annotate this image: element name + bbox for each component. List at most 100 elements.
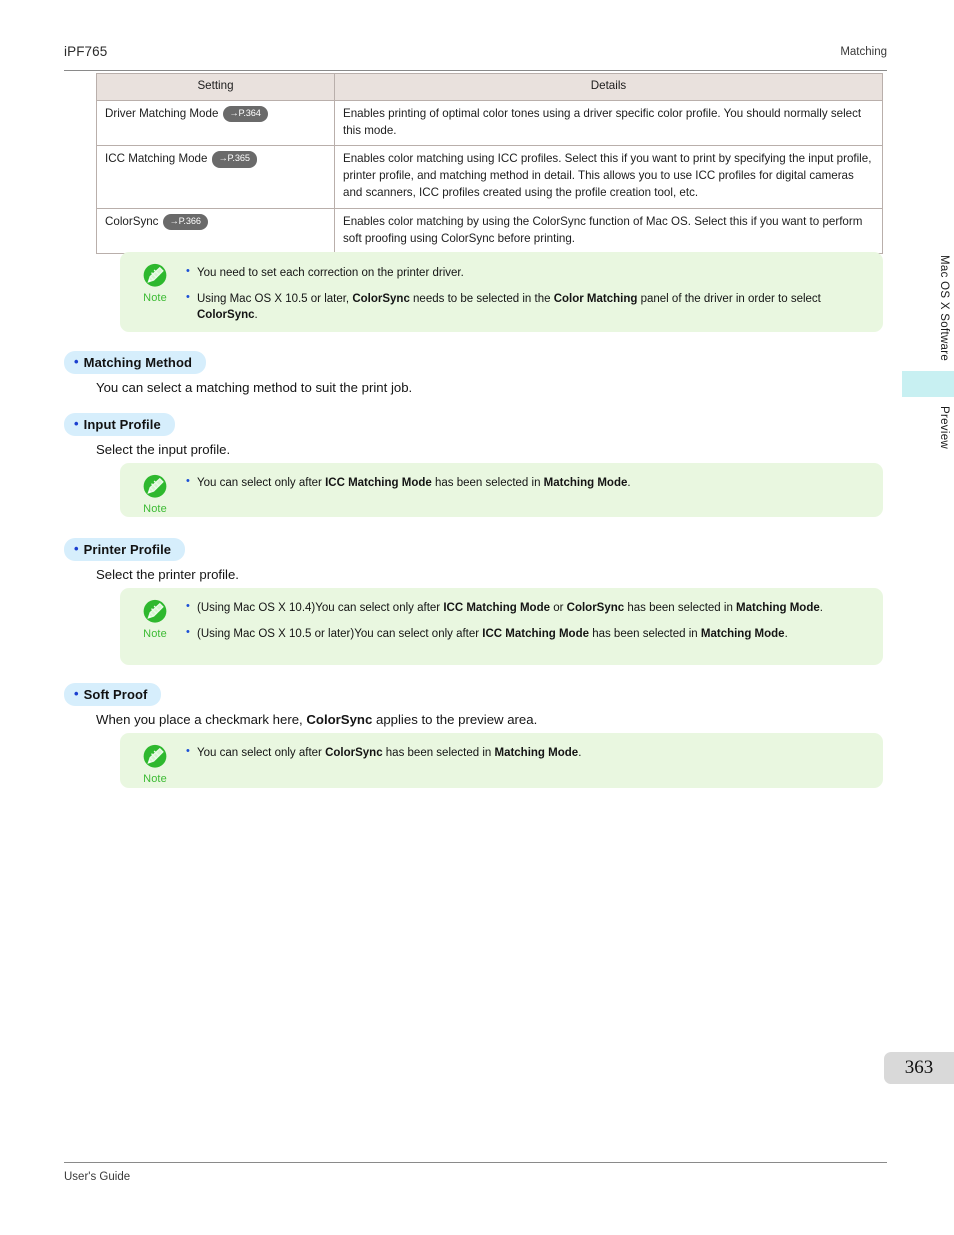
note-box: Note You need to set each correction on … [120, 252, 883, 332]
section-heading-label: Soft Proof [83, 687, 148, 702]
page-header: iPF765 Matching [64, 44, 887, 71]
note-text: panel of the driver in order to select [637, 292, 821, 305]
setting-details-cell: Enables color matching using ICC profile… [334, 145, 883, 209]
note-icon-group: Note [134, 263, 176, 304]
section-body-emphasis: ColorSync [306, 712, 373, 727]
setting-name-cell: ColorSync →P.366 [96, 207, 335, 255]
note-text: . [627, 477, 631, 489]
page-footer: User's Guide [64, 1162, 887, 1183]
setting-label: ICC Matching Mode [105, 152, 208, 166]
note-item: Using Mac OS X 10.5 or later, ColorSync … [186, 290, 869, 324]
note-icon-group: Note [134, 599, 176, 640]
note-label: Note [143, 773, 167, 785]
note-emphasis: Matching Mode [736, 602, 820, 614]
side-tab-chapter[interactable]: Mac OS X Software [938, 255, 950, 361]
page-reference-badge[interactable]: →P.365 [212, 151, 257, 168]
note-emphasis: Matching Mode [700, 627, 785, 640]
column-header-details: Details [334, 73, 883, 101]
note-emphasis: ColorSync [352, 292, 410, 305]
table-row: Driver Matching Mode →P.364 Enables print… [96, 99, 883, 147]
note-box: Note You can select only after ColorSync… [120, 733, 883, 788]
table-header-row: Setting Details [96, 73, 883, 101]
header-model: iPF765 [64, 44, 108, 59]
note-emphasis: Matching Mode [494, 747, 579, 759]
note-text: needs to be selected in the [409, 292, 554, 305]
section-heading: • Soft Proof [64, 683, 162, 706]
setting-details-cell: Enables color matching by using the Colo… [334, 207, 883, 255]
section-printer-profile: • Printer Profile Select the printer prof… [64, 538, 239, 584]
note-text: . [784, 627, 788, 640]
note-text: has been selected in [382, 747, 495, 759]
note-text: Using Mac OS X 10.5 or later, [197, 292, 353, 305]
note-box: Note (Using Mac OS X 10.4)You can select… [120, 588, 883, 665]
column-header-setting: Setting [96, 73, 335, 101]
note-emphasis: ICC Matching Mode [443, 602, 551, 614]
note-item: (Using Mac OS X 10.5 or later)You can se… [186, 625, 869, 643]
note-pencil-icon [143, 263, 167, 287]
note-item: (Using Mac OS X 10.4)You can select only… [186, 599, 869, 617]
setting-name-cell: Driver Matching Mode →P.364 [96, 99, 335, 147]
section-body-text: When you place a checkmark here, [96, 712, 307, 727]
section-body: You can select a matching method to suit… [96, 380, 413, 395]
section-heading-label: Matching Method [83, 355, 193, 370]
table-row: ICC Matching Mode →P.365 Enables color ma… [96, 145, 883, 209]
section-heading: • Printer Profile [64, 538, 186, 561]
note-item-list: You need to set each correction on the p… [186, 264, 869, 324]
page-reference-badge[interactable]: →P.364 [223, 105, 268, 122]
section-heading-label: Input Profile [83, 417, 161, 432]
note-emphasis: ICC Matching Mode [482, 627, 589, 640]
note-text: (Using Mac OS X 10.4)You can select only… [197, 602, 444, 614]
note-emphasis: Matching Mode [543, 477, 628, 489]
note-text: . [578, 747, 582, 759]
section-heading-label: Printer Profile [83, 542, 172, 557]
note-text: You can select only after [197, 477, 326, 489]
setting-label: Driver Matching Mode [105, 106, 219, 120]
note-item-list: (Using Mac OS X 10.4)You can select only… [186, 599, 869, 643]
note-label: Note [143, 292, 167, 304]
setting-details-cell: Enables printing of optimal color tones … [334, 99, 883, 147]
note-text: has been selected in [589, 627, 701, 640]
bullet-icon: • [74, 354, 79, 369]
note-emphasis: ColorSync [566, 602, 625, 614]
page-reference-badge[interactable]: →P.366 [163, 213, 208, 230]
note-icon-group: Note [134, 474, 176, 515]
section-body: When you place a checkmark here, ColorSy… [96, 711, 537, 729]
section-body: Select the input profile. [96, 442, 231, 457]
section-body: Select the printer profile. [96, 567, 239, 582]
note-icon-group: Note [134, 744, 176, 785]
note-text: (Using Mac OS X 10.5 or later)You can se… [197, 627, 483, 640]
note-item: You need to set each correction on the p… [186, 264, 869, 282]
section-matching-method: • Matching Method You can select a matchi… [64, 351, 412, 397]
setting-name-cell: ICC Matching Mode →P.365 [96, 145, 335, 209]
table-row: ColorSync →P.366 Enables color matching b… [96, 207, 883, 255]
side-tab-preview[interactable]: Preview [938, 406, 950, 449]
header-section: Matching [840, 46, 887, 58]
note-emphasis: ColorSync [197, 309, 255, 322]
note-text: You need to set each correction on the p… [197, 267, 464, 279]
side-tab-highlight [902, 371, 954, 397]
bullet-icon: • [74, 416, 79, 431]
note-pencil-icon [143, 599, 167, 623]
note-text: . [254, 309, 258, 322]
section-body-text: applies to the preview area. [372, 712, 538, 727]
section-heading: • Input Profile [64, 413, 175, 436]
note-label: Note [143, 628, 167, 640]
note-emphasis: Color Matching [553, 292, 638, 305]
note-text: or [550, 602, 567, 614]
note-text: has been selected in [624, 602, 737, 614]
section-heading: • Matching Method [64, 351, 207, 374]
section-input-profile: • Input Profile Select the input profile. [64, 413, 230, 459]
note-text: . [819, 602, 823, 614]
settings-table: Setting Details Driver Matching Mode →P.3… [96, 73, 883, 255]
note-item-list: You can select only after ColorSync has … [186, 744, 869, 762]
note-item: You can select only after ColorSync has … [186, 744, 869, 762]
note-emphasis: ICC Matching Mode [325, 477, 432, 489]
bullet-icon: • [74, 541, 79, 556]
note-text: has been selected in [431, 477, 544, 489]
note-pencil-icon [143, 474, 167, 498]
note-item: You can select only after ICC Matching M… [186, 474, 869, 492]
setting-label: ColorSync [105, 214, 159, 228]
bullet-icon: • [74, 686, 79, 701]
note-emphasis: ColorSync [325, 747, 383, 759]
note-item-list: You can select only after ICC Matching M… [186, 474, 869, 492]
